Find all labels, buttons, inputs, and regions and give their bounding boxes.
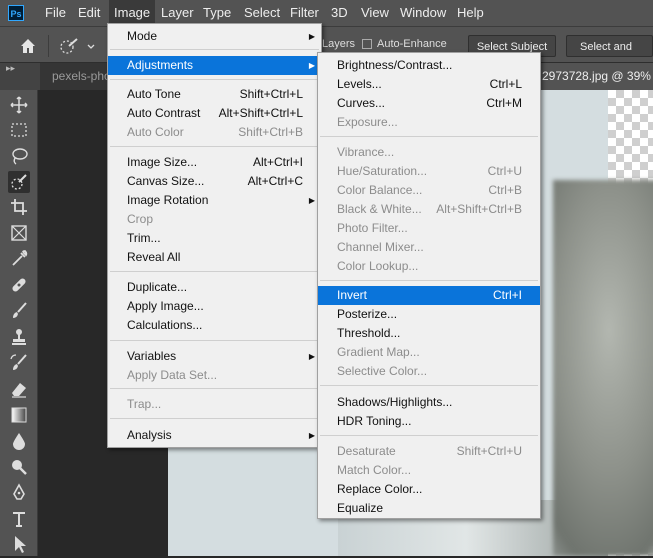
menu-separator: [110, 271, 319, 272]
blur-tool-icon[interactable]: [8, 430, 30, 452]
menu-separator: [110, 146, 319, 147]
menu-item-mode[interactable]: Mode ▶: [108, 27, 321, 46]
marquee-tool-icon[interactable]: [8, 119, 30, 141]
collapse-panel-icon[interactable]: ▸▸: [6, 63, 15, 74]
menu-item-match-color: Match Color...: [337, 463, 412, 477]
menu-separator: [320, 136, 538, 137]
menu-item-equalize[interactable]: Equalize: [318, 499, 540, 518]
healing-brush-tool-icon[interactable]: [8, 274, 30, 296]
menu-help[interactable]: Help: [452, 0, 489, 26]
menu-file[interactable]: File: [40, 0, 71, 26]
menu-item-invert[interactable]: Invert Ctrl+I: [318, 286, 540, 305]
photoshop-logo: Ps: [8, 5, 24, 21]
menu-item-selective-color: Selective Color...: [337, 364, 428, 378]
menu-item-desaturate: Desaturate Shift+Ctrl+U: [337, 444, 522, 458]
menu-item-curves[interactable]: Curves... Ctrl+M: [318, 94, 540, 113]
select-and-mask-button[interactable]: Select and Mask...: [566, 35, 653, 75]
menu-separator: [320, 385, 538, 386]
menu-item-shadows-highlights[interactable]: Shadows/Highlights...: [318, 393, 540, 412]
submenu-arrow-icon: ▶: [308, 32, 315, 41]
menu-item-calculations[interactable]: Calculations...: [108, 316, 321, 335]
menu-item-duplicate[interactable]: Duplicate...: [108, 278, 321, 297]
lasso-tool-icon[interactable]: [8, 145, 30, 167]
menu-window[interactable]: Window: [395, 0, 451, 26]
menu-item-channel-mixer: Channel Mixer...: [337, 240, 424, 254]
crop-tool-icon[interactable]: [8, 196, 30, 218]
menu-separator: [320, 435, 538, 436]
menu-item-auto-color: Auto Color Shift+Ctrl+B: [127, 125, 303, 139]
menu-item-auto-contrast[interactable]: Auto Contrast Alt+Shift+Ctrl+L: [108, 104, 321, 123]
type-tool-icon[interactable]: [8, 508, 30, 530]
menu-item-color-lookup: Color Lookup...: [337, 259, 419, 273]
submenu-arrow-icon: ▶: [308, 61, 315, 70]
menu-item-threshold[interactable]: Threshold...: [318, 324, 540, 343]
menu-item-photo-filter: Photo Filter...: [337, 221, 408, 235]
clone-stamp-tool-icon[interactable]: [8, 326, 30, 348]
menu-separator: [110, 49, 319, 50]
auto-enhance-checkbox[interactable]: [362, 39, 372, 49]
menu-view[interactable]: View: [356, 0, 394, 26]
adjustments-submenu: Brightness/Contrast... Levels... Ctrl+L C…: [317, 52, 541, 519]
menu-item-gradient-map: Gradient Map...: [337, 345, 420, 359]
sample-all-layers-label: Layers: [322, 38, 356, 50]
menu-item-canvas-size[interactable]: Canvas Size... Alt+Ctrl+C: [108, 172, 321, 191]
gradient-tool-icon[interactable]: [8, 404, 30, 426]
menu-item-analysis[interactable]: Analysis ▶: [108, 426, 321, 445]
menu-item-adjustments[interactable]: Adjustments ▶: [108, 56, 321, 75]
menu-3d[interactable]: 3D: [326, 0, 353, 26]
eyedropper-tool-icon[interactable]: [8, 248, 30, 270]
menu-item-hdr-toning[interactable]: HDR Toning...: [318, 412, 540, 431]
menu-item-replace-color[interactable]: Replace Color...: [318, 480, 540, 499]
menu-item-variables[interactable]: Variables ▶: [108, 347, 321, 366]
photo-subject: [553, 180, 653, 556]
menu-item-posterize[interactable]: Posterize...: [318, 305, 540, 324]
document-tab-active[interactable]: 2973728.jpg @ 39% (: [536, 63, 653, 90]
menu-item-apply-data-set: Apply Data Set...: [127, 368, 218, 382]
menu-item-image-size[interactable]: Image Size... Alt+Ctrl+I: [108, 153, 321, 172]
pen-tool-icon[interactable]: [8, 482, 30, 504]
history-brush-tool-icon[interactable]: [8, 352, 30, 374]
menu-item-auto-tone[interactable]: Auto Tone Shift+Ctrl+L: [108, 85, 321, 104]
menu-separator: [110, 388, 319, 389]
menu-item-brightness-contrast[interactable]: Brightness/Contrast...: [318, 56, 540, 75]
menu-item-levels[interactable]: Levels... Ctrl+L: [318, 75, 540, 94]
auto-enhance-label: Auto-Enhance: [377, 38, 447, 50]
menu-item-black-white: Black & White... Alt+Shift+Ctrl+B: [337, 202, 522, 216]
menu-item-image-rotation[interactable]: Image Rotation ▶: [108, 191, 321, 210]
menu-item-hue-saturation: Hue/Saturation... Ctrl+U: [337, 164, 522, 178]
menu-separator: [110, 340, 319, 341]
menu-item-trim[interactable]: Trim...: [108, 229, 321, 248]
menu-item-reveal-all[interactable]: Reveal All: [108, 248, 321, 267]
menu-item-crop: Crop: [127, 212, 154, 226]
quick-selection-tool-icon[interactable]: [8, 171, 30, 193]
menu-edit[interactable]: Edit: [73, 0, 105, 26]
move-tool-icon[interactable]: [8, 94, 30, 116]
menu-item-exposure: Exposure...: [337, 115, 398, 129]
menu-item-vibrance: Vibrance...: [337, 145, 395, 159]
menu-separator: [110, 79, 319, 80]
tools-panel: [0, 90, 38, 556]
path-selection-tool-icon[interactable]: [8, 533, 30, 555]
submenu-arrow-icon: ▶: [308, 352, 315, 361]
menu-item-apply-image[interactable]: Apply Image...: [108, 297, 321, 316]
eraser-tool-icon[interactable]: [8, 378, 30, 400]
submenu-arrow-icon: ▶: [308, 431, 315, 440]
menu-item-trap: Trap...: [127, 397, 162, 411]
dodge-tool-icon[interactable]: [8, 456, 30, 478]
brush-tool-icon[interactable]: [8, 300, 30, 322]
home-icon[interactable]: [18, 36, 38, 56]
submenu-arrow-icon: ▶: [308, 196, 315, 205]
menu-separator: [320, 280, 538, 281]
image-menu-dropdown: Mode ▶ Adjustments ▶ Auto Tone Shift+Ctrl+L…: [107, 23, 322, 448]
menu-bar: Ps File Edit Image Layer Type Select Fil…: [0, 0, 653, 26]
menu-separator: [110, 418, 319, 419]
menu-item-color-balance: Color Balance... Ctrl+B: [337, 183, 522, 197]
separator: [48, 35, 49, 57]
quick-selection-brush-icon[interactable]: [58, 36, 98, 56]
frame-tool-icon[interactable]: [8, 222, 30, 244]
